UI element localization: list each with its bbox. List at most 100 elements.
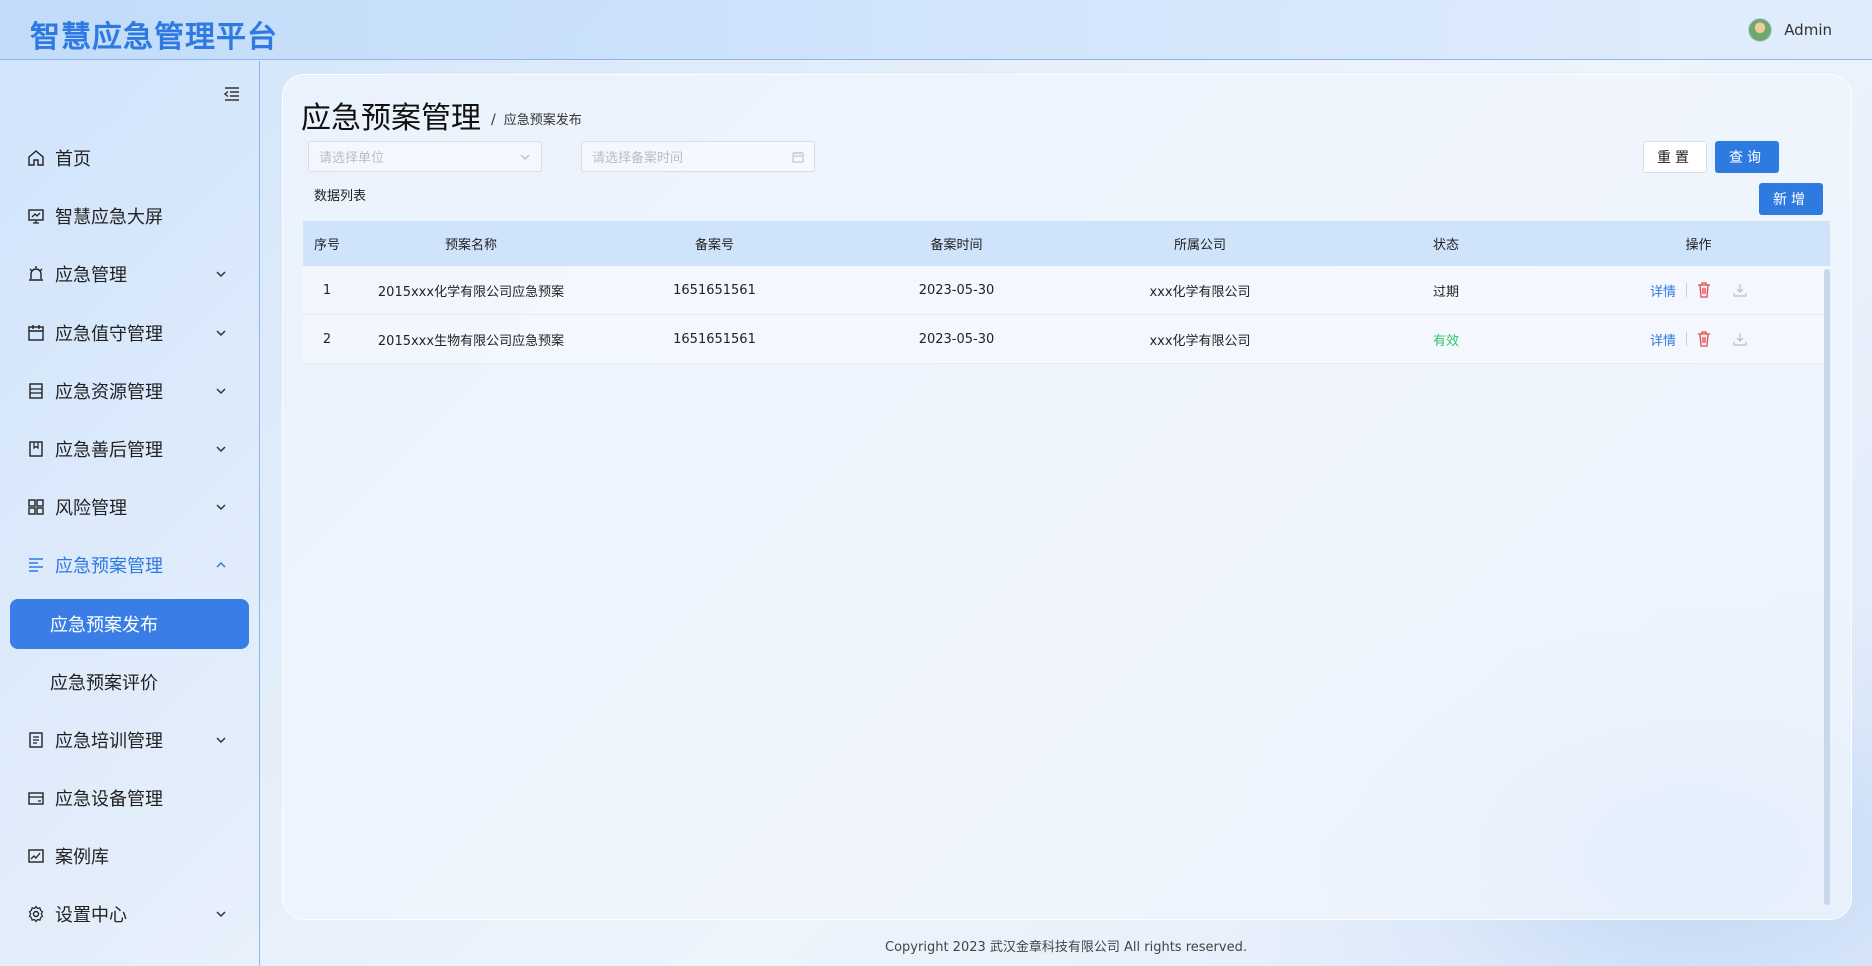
sidebar-item-label: 应急设备管理 [55,788,163,810]
header-name: 预案名称 [444,238,497,253]
table-row: 1 2015xxx化学有限公司应急预案 1651651561 2023-05-3… [303,266,1830,315]
monitor-icon [28,209,44,224]
chevron-down-icon [216,330,226,336]
cell-status: 过期 [1432,284,1459,300]
header-record-time: 备案时间 [930,238,983,253]
cell-record-time: 2023-05-30 [918,282,995,298]
cell-index: 1 [322,282,332,298]
calendar-icon [28,324,44,341]
document-icon [29,383,43,399]
sidebar-item-emergency[interactable]: 应急管理 [0,245,259,303]
sidebar-item-resources[interactable]: 应急资源管理 [0,362,259,420]
record-time-picker[interactable]: 请选择备案时间 [581,141,815,172]
sidebar-item-label: 风险管理 [55,498,127,520]
cell-name: 2015xxx生物有限公司应急预案 [377,333,565,349]
cell-company: xxx化学有限公司 [1149,333,1251,349]
sidebar-item-label: 设置中心 [55,905,127,927]
chevron-down-icon [216,388,226,394]
sidebar-item-label: 首页 [55,149,91,171]
cell-status: 有效 [1432,333,1459,349]
cell-name: 2015xxx化学有限公司应急预案 [377,284,565,300]
query-button[interactable]: 查询 [1715,141,1779,173]
header-actions: 操作 [1685,238,1712,253]
sidebar-item-label: 应急资源管理 [55,381,163,403]
avatar[interactable] [1748,18,1773,42]
chevron-up-icon [216,562,226,568]
sidebar-subitem-label: 应急预案评价 [50,672,158,694]
sidebar-item-home[interactable]: 首页 [0,129,259,187]
detail-link[interactable]: 详情 [1650,330,1676,349]
chevron-down-icon [216,504,226,511]
sidebar-item-label: 案例库 [55,847,109,869]
grid-icon [28,499,44,515]
header-index: 序号 [313,238,340,253]
delete-icon[interactable] [1697,331,1711,347]
sidebar-item-label: 应急值守管理 [55,323,163,345]
sidebar-item-equipment[interactable]: 应急设备管理 [0,769,259,827]
cell-company: xxx化学有限公司 [1149,284,1251,300]
sidebar-item-plans[interactable]: 应急预案管理 [0,536,259,594]
sidebar-subitem-plan-evaluation[interactable]: 应急预案评价 [0,653,259,711]
sidebar-item-label: 应急管理 [55,265,127,287]
breadcrumb-separator: / [491,112,496,128]
sidebar-item-label: 应急预案管理 [55,556,163,578]
reset-button[interactable]: 重置 [1643,141,1707,173]
sidebar-item-label: 智慧应急大屏 [55,207,163,229]
unit-select[interactable]: 请选择单位 [308,141,542,172]
card-icon [28,792,44,805]
cell-record-no: 1651651561 [673,282,756,298]
chevron-down-icon [216,737,226,743]
alarm-icon [29,266,43,282]
table-header: 序号 预案名称 备案号 备案时间 所属公司 状态 操作 [303,221,1830,266]
sidebar-item-label: 应急善后管理 [55,440,163,462]
cell-index: 2 [322,331,332,347]
main-card: 应急预案管理 / 应急预案发布 请选择单位 请选择备案时间 重置 查询 数据列表 … [282,74,1852,920]
sidebar-menu: 首页 智慧应急大屏 应急管理 应急值守管理 应急资源管理 应急善后管理 风险管理… [0,129,259,943]
user-name[interactable]: Admin [1784,21,1832,39]
sidebar-item-risk[interactable]: 风险管理 [0,478,259,536]
plan-table: 序号 预案名称 备案号 备案时间 所属公司 状态 操作 1 2015xxx化学有… [303,221,1830,364]
breadcrumb: / 应急预案发布 [491,109,582,128]
add-button[interactable]: 新增 [1759,183,1823,215]
footer-copyright: Copyright 2023 武汉金章科技有限公司 All rights res… [885,940,1247,955]
download-icon[interactable] [1733,332,1747,346]
download-icon[interactable] [1733,283,1747,297]
sidebar-item-cases[interactable]: 案例库 [0,827,259,885]
breadcrumb-current: 应急预案发布 [503,113,582,128]
sidebar-item-training[interactable]: 应急培训管理 [0,711,259,769]
sidebar: 首页 智慧应急大屏 应急管理 应急值守管理 应急资源管理 应急善后管理 风险管理… [0,61,260,966]
header-record-no: 备案号 [694,238,734,253]
sidebar-item-settings[interactable]: 设置中心 [0,885,259,943]
table-scrollbar[interactable] [1824,269,1830,905]
sidebar-subitem-plan-publish[interactable]: 应急预案发布 [10,598,249,649]
menu-collapse-icon[interactable] [224,87,240,101]
sidebar-item-aftermath[interactable]: 应急善后管理 [0,420,259,478]
cell-record-time: 2023-05-30 [918,331,995,347]
action-divider [1686,332,1687,346]
chevron-down-icon [216,446,226,453]
chevron-down-icon [520,154,530,160]
cell-actions: 详情 [1567,281,1830,300]
top-header: 智慧应急管理平台 Admin [0,0,1872,60]
record-time-placeholder: 请选择备案时间 [592,151,684,166]
cell-actions: 详情 [1567,330,1830,349]
sidebar-item-dashboard[interactable]: 智慧应急大屏 [0,187,259,245]
table-row: 2 2015xxx生物有限公司应急预案 1651651561 2023-05-3… [303,315,1830,364]
user-menu[interactable]: Admin [1748,18,1832,42]
clipboard-icon [29,732,43,748]
notebook-icon [29,441,43,457]
sidebar-item-duty[interactable]: 应急值守管理 [0,304,259,362]
header-company: 所属公司 [1173,238,1226,253]
sidebar-item-label: 应急培训管理 [55,730,163,752]
chevron-down-icon [216,271,226,278]
home-icon [28,150,44,166]
header-status: 状态 [1432,238,1459,253]
gear-icon [28,905,44,923]
delete-icon[interactable] [1697,282,1711,298]
detail-link[interactable]: 详情 [1650,281,1676,300]
list-icon [29,558,43,573]
data-list-label: 数据列表 [314,189,367,204]
cell-record-no: 1651651561 [673,331,756,347]
action-divider [1686,283,1687,297]
unit-select-placeholder: 请选择单位 [319,151,385,166]
